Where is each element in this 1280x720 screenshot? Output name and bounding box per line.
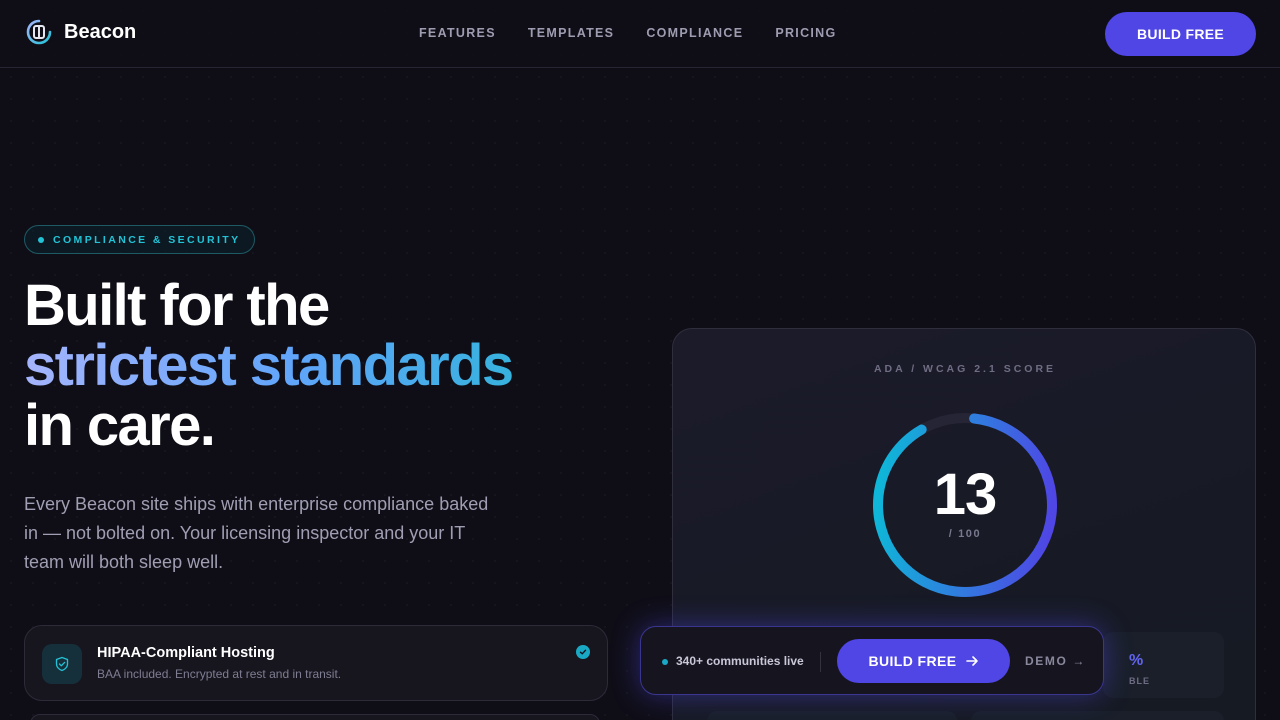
headline-line-2: strictest standards <box>24 336 624 396</box>
eyebrow-badge: COMPLIANCE & SECURITY <box>24 225 255 254</box>
live-communities-text: 340+ communities live <box>676 654 804 668</box>
headline-line-3: in care. <box>24 393 216 458</box>
shield-check-icon <box>42 644 82 684</box>
hero-headline: Built for the strictest standards in car… <box>24 276 624 456</box>
build-free-cta-label: BUILD FREE <box>868 653 957 669</box>
nav-link-pricing[interactable]: PRICING <box>775 26 836 40</box>
score-panel-label: ADA / WCAG 2.1 SCORE <box>873 363 1057 375</box>
nav-link-compliance[interactable]: COMPLIANCE <box>646 26 743 40</box>
live-status-dot <box>662 659 668 665</box>
nav-link-templates[interactable]: TEMPLATES <box>528 26 614 40</box>
feature-title: HIPAA-Compliant Hosting <box>97 645 275 661</box>
beacon-logo-icon <box>26 19 52 45</box>
feature-card-partial[interactable] <box>30 714 600 720</box>
stat-tile-lower-right <box>971 711 1224 720</box>
arrow-right-icon <box>965 656 978 666</box>
brand[interactable]: Beacon <box>26 19 136 45</box>
nav-links: FEATURES TEMPLATES COMPLIANCE PRICING <box>419 26 837 40</box>
hero-lede: Every Beacon site ships with enterprise … <box>24 494 489 572</box>
score-max: / 100 <box>948 528 982 540</box>
check-icon <box>576 645 590 659</box>
eyebrow-dot <box>38 236 44 243</box>
demo-link[interactable]: DEMO → <box>1025 654 1086 668</box>
feature-card-hipaa[interactable]: HIPAA-Compliant Hosting BAA included. En… <box>24 625 608 701</box>
stat-value: % <box>1129 652 1144 669</box>
sticky-cta-bar: 340+ communities live BUILD FREE DEMO → <box>640 626 1104 695</box>
build-free-button[interactable]: BUILD FREE <box>1105 12 1256 56</box>
score-value: 13 <box>933 462 998 527</box>
feature-description: BAA included. Encrypted at rest and in t… <box>97 667 342 681</box>
stat-tile-lower-left <box>707 711 957 720</box>
top-nav: Beacon FEATURES TEMPLATES COMPLIANCE PRI… <box>0 0 1280 68</box>
headline-line-1: Built for the <box>24 273 330 338</box>
nav-link-features[interactable]: FEATURES <box>419 26 496 40</box>
brand-name: Beacon <box>64 20 137 43</box>
eyebrow-text: COMPLIANCE & SECURITY <box>53 233 241 246</box>
divider <box>820 652 821 672</box>
build-free-cta-button[interactable]: BUILD FREE <box>837 639 1010 683</box>
stat-tile: % BLE <box>1103 632 1224 698</box>
stat-label: BLE <box>1129 676 1150 686</box>
